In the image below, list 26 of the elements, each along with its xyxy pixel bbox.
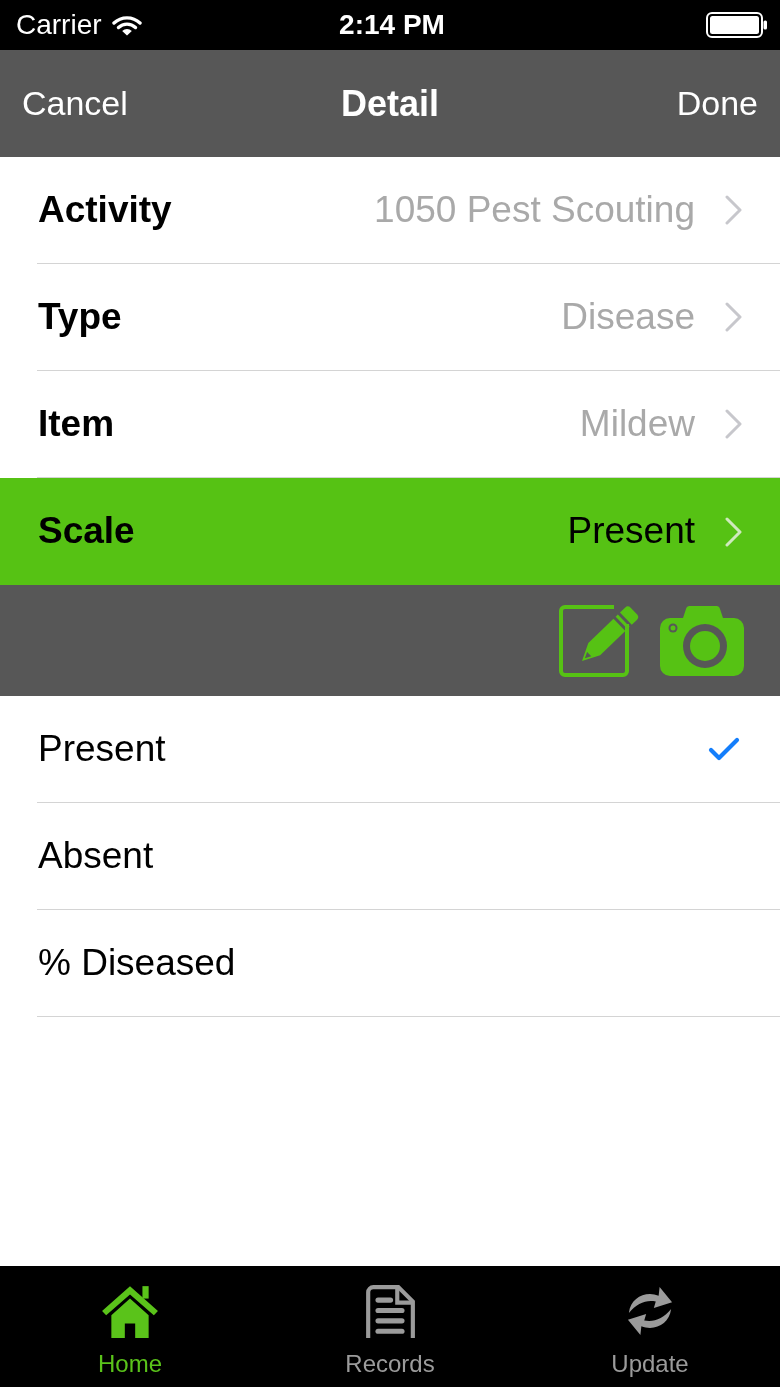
camera-icon[interactable] (660, 605, 744, 676)
document-icon (364, 1284, 416, 1338)
field-label: Activity (38, 187, 172, 232)
chevron-icon (725, 409, 742, 439)
cancel-button[interactable]: Cancel (22, 83, 128, 124)
field-value: Present (567, 509, 695, 554)
house-icon (101, 1284, 159, 1338)
carrier-label: Carrier (16, 11, 102, 39)
battery-icon (706, 12, 768, 38)
field-value: 1050 Pest Scouting (374, 187, 695, 232)
clock-time: 2:14 PM (339, 11, 445, 39)
wifi-icon (111, 14, 142, 36)
tab-item[interactable]: Records (345, 1266, 435, 1387)
detail-row[interactable]: Scale Present (0, 478, 780, 585)
field-label: Item (38, 401, 115, 446)
screen-title: Detail (340, 81, 439, 126)
tab-item[interactable]: Home (98, 1266, 162, 1387)
field-label: Type (38, 294, 122, 339)
done-button[interactable]: Done (676, 83, 758, 124)
field-value: Disease (561, 294, 695, 339)
chevron-icon (725, 516, 742, 547)
chevron-icon (725, 195, 742, 225)
field-label: Scale (38, 509, 135, 554)
tab-item[interactable]: Update (611, 1266, 689, 1387)
field-value: Mildew (579, 401, 695, 446)
chevron-icon (725, 302, 742, 332)
